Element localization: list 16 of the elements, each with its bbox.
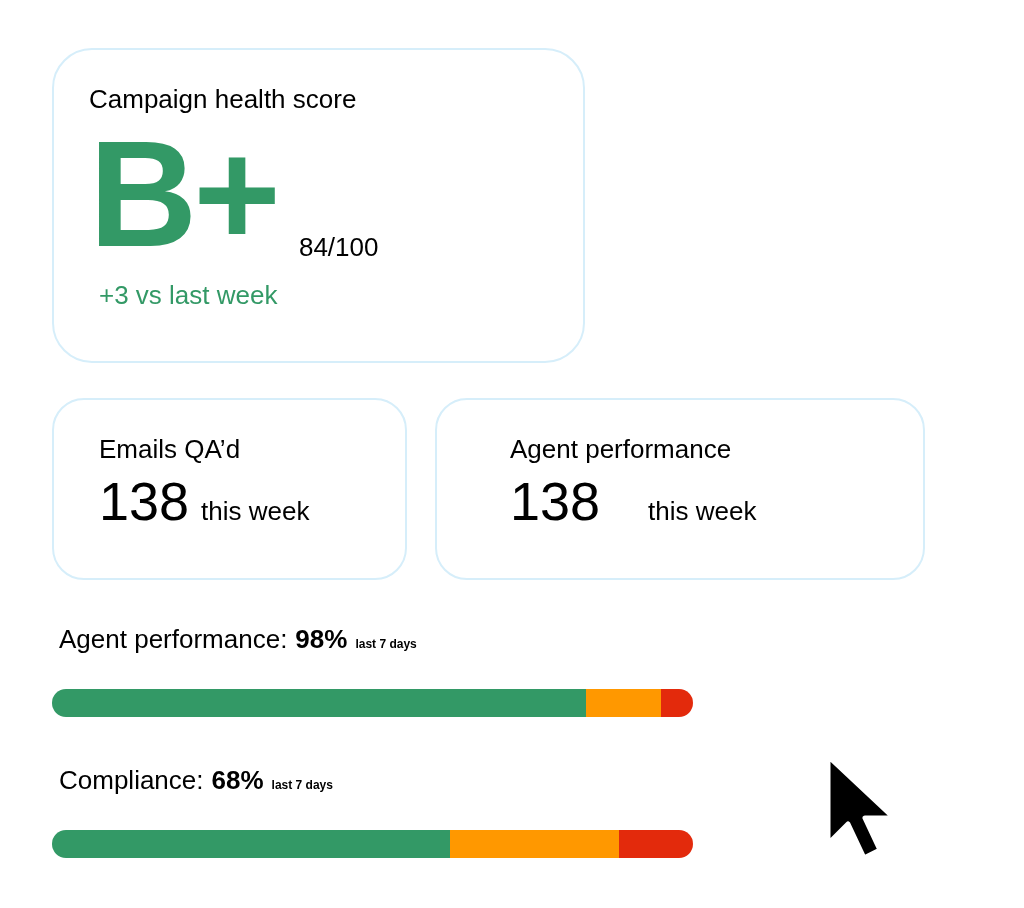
period-text: last 7 days — [355, 636, 417, 653]
period-text: last 7 days — [271, 777, 333, 794]
period-text: this week — [648, 496, 757, 526]
period-text: this week — [201, 496, 310, 526]
meter-label: Agent performance: — [59, 623, 288, 656]
card-title: Agent performance — [510, 434, 732, 464]
grade: B+ — [89, 124, 277, 264]
meter-label: Compliance: — [59, 764, 204, 797]
card-title: Emails QA’d — [99, 434, 241, 464]
card-title: Campaign health score — [89, 84, 357, 114]
meter-value: 98% — [295, 623, 348, 656]
meter-value: 68% — [211, 764, 264, 797]
stat-value: 138 — [510, 470, 601, 532]
change-text: +3 vs last week — [98, 280, 278, 310]
stat-value: 138 — [99, 470, 190, 532]
score: 84/100 — [298, 232, 379, 262]
